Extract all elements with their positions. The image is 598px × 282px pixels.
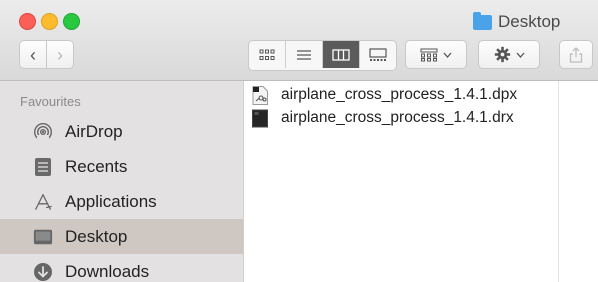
file-name: airplane_cross_process_1.4.1.dpx <box>281 86 518 103</box>
sidebar: Favourites AirDrop Recents Applications … <box>0 81 244 282</box>
file-item[interactable]: airplane_cross_process_1.4.1.dpx <box>252 84 517 106</box>
gear-icon <box>494 46 510 63</box>
window-title-text: Desktop <box>498 12 561 31</box>
empty-column <box>559 81 598 282</box>
minimize-window-button[interactable] <box>41 13 58 30</box>
folder-icon <box>473 11 492 30</box>
sidebar-item-label: Applications <box>65 191 157 211</box>
zoom-window-button[interactable] <box>63 13 80 30</box>
forward-button[interactable]: › <box>46 40 74 69</box>
icon-view-button[interactable] <box>249 41 286 68</box>
applications-icon <box>33 192 53 212</box>
downloads-icon <box>33 262 53 282</box>
chevron-left-icon: ‹ <box>30 44 36 65</box>
dpx-file-icon <box>252 85 268 105</box>
gallery-view-icon <box>369 47 387 61</box>
back-button[interactable]: ‹ <box>19 40 47 69</box>
finder-window: Desktop ‹ › Favourites AirDrop Recents A… <box>0 0 598 282</box>
sidebar-section-heading: Favourites <box>20 94 81 109</box>
chevron-down-icon <box>443 52 452 58</box>
sidebar-item-label: Desktop <box>65 226 128 246</box>
gallery-view-button[interactable] <box>360 41 396 68</box>
drx-file-icon <box>252 109 268 128</box>
file-name: airplane_cross_process_1.4.1.drx <box>281 109 514 126</box>
recents-icon <box>33 157 53 177</box>
close-window-button[interactable] <box>19 13 36 30</box>
share-icon <box>569 47 583 63</box>
list-view-button[interactable] <box>286 41 323 68</box>
airdrop-icon <box>33 122 53 142</box>
action-menu-button[interactable] <box>478 40 540 69</box>
list-view-icon <box>297 49 311 60</box>
sidebar-item-label: Recents <box>65 156 128 176</box>
sidebar-item-label: Downloads <box>65 261 150 281</box>
sidebar-item-label: AirDrop <box>65 121 123 141</box>
group-icon <box>420 48 438 61</box>
file-item[interactable]: airplane_cross_process_1.4.1.drx <box>252 107 514 129</box>
share-button[interactable] <box>559 40 593 69</box>
toolbar: Desktop ‹ › <box>0 0 598 81</box>
view-mode-switcher <box>248 40 397 71</box>
chevron-right-icon: › <box>57 44 63 65</box>
group-by-button[interactable] <box>405 40 467 69</box>
window-title: Desktop <box>473 11 561 32</box>
icon-view-icon <box>259 49 275 60</box>
sidebar-item-recents[interactable]: Recents <box>0 149 243 184</box>
sidebar-item-airdrop[interactable]: AirDrop <box>0 114 243 149</box>
chevron-down-icon <box>516 52 524 58</box>
column-view-button[interactable] <box>323 41 360 68</box>
desktop-icon <box>33 227 53 247</box>
sidebar-item-applications[interactable]: Applications <box>0 184 243 219</box>
file-column: airplane_cross_process_1.4.1.dpx airplan… <box>244 81 558 282</box>
sidebar-item-downloads[interactable]: Downloads <box>0 254 243 282</box>
column-view-icon <box>332 48 350 61</box>
sidebar-item-desktop[interactable]: Desktop <box>0 219 243 254</box>
